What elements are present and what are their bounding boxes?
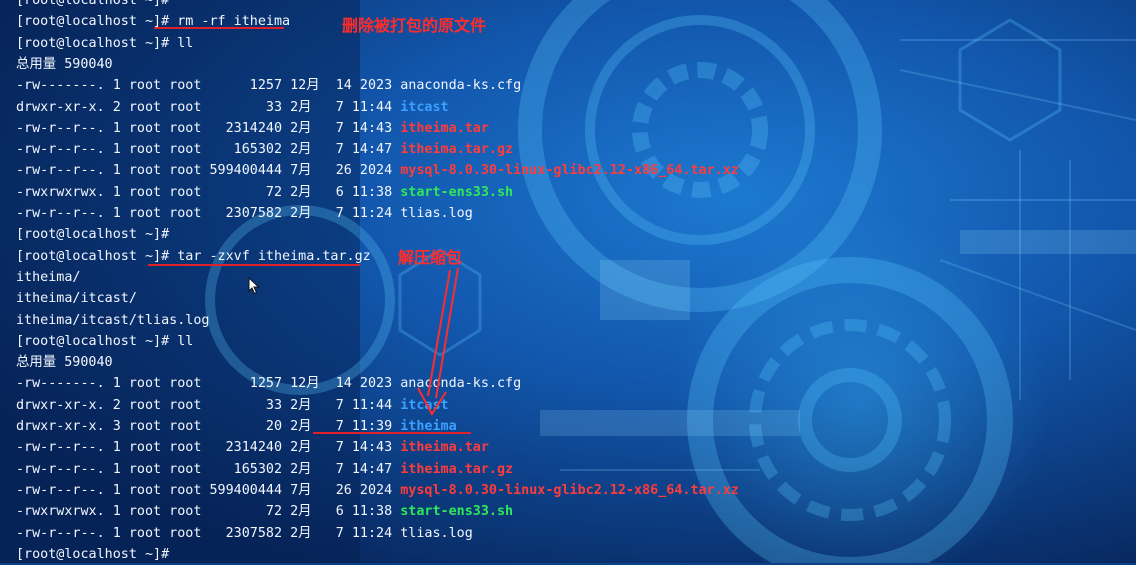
terminal-text: drwxr-xr-x. 2 root root 33 2月 7 11:44 — [16, 397, 401, 413]
terminal-line: -rw-r--r--. 1 root root 599400444 7月 26 … — [16, 160, 739, 181]
terminal-text: -rw-------. 1 root root 1257 12月 14 2023… — [16, 376, 522, 392]
annotation-extract: 解压缩包 — [398, 248, 463, 267]
terminal-line: drwxr-xr-x. 2 root root 33 2月 7 11:44 it… — [16, 395, 449, 416]
terminal-text: [root@localhost ~]# tar -zxvf itheima.ta… — [16, 248, 371, 264]
terminal-text: -rw-r--r--. 1 root root 599400444 7月 26 … — [16, 163, 401, 179]
terminal-text: start-ens33.sh — [400, 504, 514, 520]
terminal-text: mysql-8.0.30-linux-glibc2.12-x86_64.tar.… — [400, 163, 739, 179]
terminal-line: itheima/ — [16, 267, 81, 288]
terminal-line: -rw-r--r--. 1 root root 165302 2月 7 14:4… — [16, 139, 513, 160]
terminal-line: -rwxrwxrwx. 1 root root 72 2月 6 11:38 st… — [16, 182, 513, 203]
annotation-delete-original: 删除被打包的原文件 — [342, 16, 487, 35]
terminal-text: -rw-r--r--. 1 root root 2314240 2月 7 14:… — [16, 120, 401, 136]
terminal-line: [root@localhost ~]# ll — [16, 33, 193, 54]
terminal-text: -rw-------. 1 root root 1257 12月 14 2023… — [16, 78, 522, 94]
terminal-line: -rw-------. 1 root root 1257 12月 14 2023… — [16, 75, 521, 96]
terminal-text: [root@localhost ~]# — [16, 546, 170, 562]
terminal-text: itheima/itcast/ — [16, 291, 137, 307]
underline-rm-command — [154, 27, 284, 29]
terminal-text: -rw-r--r--. 1 root root 599400444 7月 26 … — [16, 482, 401, 498]
terminal-line: -rw-r--r--. 1 root root 599400444 7月 26 … — [16, 480, 739, 501]
terminal-text: start-ens33.sh — [400, 184, 514, 200]
terminal-line: -rwxrwxrwx. 1 root root 72 2月 6 11:38 st… — [16, 501, 513, 522]
terminal-line: itheima/itcast/tlias.log — [16, 310, 209, 331]
terminal-text: 总用量 590040 — [16, 355, 113, 371]
terminal-text: itcast — [400, 397, 449, 413]
terminal-text: itheima.tar.gz — [400, 461, 514, 477]
terminal-text: [root@localhost ~]# ll — [16, 333, 194, 349]
terminal-line: drwxr-xr-x. 2 root root 33 2月 7 11:44 it… — [16, 97, 449, 118]
underline-itheima-dir — [313, 432, 471, 434]
terminal-text: -rw-r--r--. 1 root root 2307582 2月 7 11:… — [16, 525, 473, 541]
terminal-text: itheima.tar.gz — [400, 142, 514, 158]
terminal-line: -rw-r--r--. 1 root root 2307582 2月 7 11:… — [16, 523, 473, 544]
terminal-line: -rw-r--r--. 1 root root 2307582 2月 7 11:… — [16, 203, 473, 224]
terminal-text: 总用量 590040 — [16, 56, 113, 72]
underline-tar-command — [148, 264, 360, 266]
terminal-text: -rwxrwxrwx. 1 root root 72 2月 6 11:38 — [16, 184, 401, 200]
terminal-text: itcast — [400, 99, 449, 115]
terminal-text: itheima/ — [16, 269, 81, 285]
terminal-line: [root@localhost ~]# — [16, 0, 169, 11]
terminal-text: itheima.tar — [400, 120, 489, 136]
terminal-text: -rw-r--r--. 1 root root 2307582 2月 7 11:… — [16, 206, 473, 221]
terminal-text: [root@localhost ~]# ll — [16, 35, 194, 51]
terminal-line: [root@localhost ~]# rm -rf itheima — [16, 11, 290, 32]
terminal-line: -rw-r--r--. 1 root root 165302 2月 7 14:4… — [16, 459, 513, 480]
terminal-text: -rw-r--r--. 1 root root 2314240 2月 7 14:… — [16, 440, 401, 456]
terminal-line: 总用量 590040 — [16, 54, 113, 75]
terminal-line: -rw-------. 1 root root 1257 12月 14 2023… — [16, 373, 521, 394]
terminal-output[interactable]: [root@localhost ~]# [root@localhost ~]# r… — [0, 0, 1136, 565]
terminal-text: [root@localhost ~]# — [16, 0, 170, 8]
terminal-text: drwxr-xr-x. 2 root root 33 2月 7 11:44 — [16, 99, 401, 115]
mouse-pointer-icon — [248, 277, 260, 295]
terminal-text: -rwxrwxrwx. 1 root root 72 2月 6 11:38 — [16, 504, 401, 520]
terminal-text: itheima.tar — [400, 440, 489, 456]
terminal-line: -rw-r--r--. 1 root root 2314240 2月 7 14:… — [16, 118, 489, 139]
terminal-line: [root@localhost ~]# — [16, 224, 169, 245]
terminal-text: -rw-r--r--. 1 root root 165302 2月 7 14:4… — [16, 142, 401, 158]
terminal-text: -rw-r--r--. 1 root root 165302 2月 7 14:4… — [16, 461, 401, 477]
terminal-line: 总用量 590040 — [16, 352, 113, 373]
terminal-line: -rw-r--r--. 1 root root 2314240 2月 7 14:… — [16, 437, 489, 458]
terminal-line: itheima/itcast/ — [16, 288, 137, 309]
terminal-line: [root@localhost ~]# — [16, 544, 169, 565]
terminal-text: [root@localhost ~]# — [16, 227, 170, 243]
terminal-line: [root@localhost ~]# ll — [16, 331, 193, 352]
terminal-text: mysql-8.0.30-linux-glibc2.12-x86_64.tar.… — [400, 482, 739, 498]
terminal-text: itheima/itcast/tlias.log — [16, 312, 210, 328]
